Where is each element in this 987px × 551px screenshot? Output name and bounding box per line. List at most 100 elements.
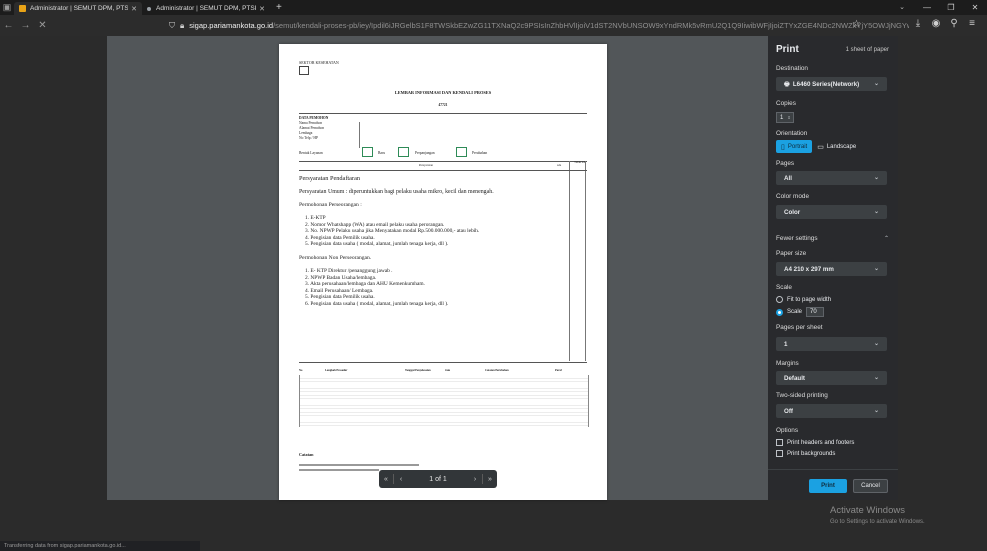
browser-tab-2[interactable]: Administrator | SEMUT DPM, PTSP ✕ — [142, 2, 270, 15]
list-non-perseorangan: 1. E- KTP Direktur /penanggung jawab . 2… — [305, 268, 448, 307]
two-sided-label: Two-sided printing — [776, 392, 828, 399]
watermark-line2: Go to Settings to activate Windows. — [830, 519, 925, 525]
option-baru: Baru — [378, 151, 385, 155]
list-item: 6. Pengisian data usaha ( modal, alamat,… — [305, 300, 449, 307]
chevron-down-icon: ⌄ — [873, 175, 879, 181]
divider — [299, 113, 587, 114]
custom-scale-option[interactable]: Scale 70 — [776, 307, 825, 317]
pages-label: Pages — [776, 160, 795, 167]
table-header-cell: No — [299, 369, 303, 372]
portrait-option[interactable]: ▯ Portrait — [776, 140, 813, 153]
option-perpanjangan: Perpanjangan — [415, 151, 435, 155]
paper-size-select[interactable]: A4 210 x 297 mm ⌄ — [776, 262, 887, 276]
document-title: LEMBAR INFORMASI DAN KENDALI PROSES — [394, 90, 492, 95]
checkbox-icon[interactable] — [776, 439, 783, 446]
paper-value: A4 210 x 297 mm — [784, 265, 834, 273]
checkbox-perpanjangan — [398, 147, 409, 157]
close-window-icon[interactable]: ✕ — [963, 0, 987, 15]
radio-selected-icon[interactable] — [776, 308, 783, 316]
paper-size-label: Paper size — [776, 250, 807, 257]
backgrounds-option[interactable]: Print backgrounds — [776, 450, 835, 457]
list-item: 5. Pengisian data usaha ( modal, alamat,… — [305, 241, 449, 247]
fewer-settings-toggle[interactable]: Fewer settings — [776, 235, 818, 242]
last-page-button[interactable]: » — [483, 476, 497, 483]
table-head: Persyaratan — [419, 163, 433, 167]
divider — [359, 122, 360, 148]
table-header-cell: Tanggal Penyelesaian — [405, 369, 431, 372]
two-sided-select[interactable]: Off ⌄ — [776, 404, 887, 418]
para-umum: Persyaratan Umum : diperuntukkan bagi pe… — [299, 189, 494, 195]
landscape-option[interactable]: ▭ Landscape — [812, 140, 861, 153]
tab-list-chevron-icon[interactable]: ⌄ — [899, 0, 905, 15]
pages-value: All — [784, 174, 792, 182]
radio-icon[interactable] — [776, 296, 783, 303]
document-logo: SEKTOR KESEHATAN — [299, 60, 339, 75]
divider — [299, 170, 587, 171]
url-field[interactable]: ⛉ 🔒︎ sigap.pariamankota.go.id /semut/ken… — [169, 21, 909, 31]
orientation-group: ▯ Portrait ▭ Landscape — [776, 140, 861, 153]
print-preview-page: SEKTOR KESEHATAN LEMBAR INFORMASI DAN KE… — [279, 44, 607, 500]
pps-value: 1 — [784, 340, 788, 348]
next-page-button[interactable]: › — [468, 476, 482, 483]
toolbar-icons: ⤓ ◉ ⚲ ≡ — [909, 18, 981, 29]
prev-page-button[interactable]: ‹ — [394, 476, 408, 483]
extensions-icon[interactable]: ⚲ — [945, 18, 963, 29]
chevron-down-icon: ⌄ — [873, 341, 879, 347]
destination-select[interactable]: 🖶 L6460 Series(Network) ⌄ — [776, 77, 887, 91]
chevron-down-icon: ⌄ — [873, 408, 879, 414]
print-settings-panel: Print 1 sheet of paper Destination 🖶 L64… — [768, 36, 898, 500]
chevron-down-icon: ⌄ — [873, 266, 879, 272]
destination-label: Destination — [776, 65, 808, 72]
print-button[interactable]: Print — [809, 479, 847, 493]
download-icon[interactable]: ⤓ — [909, 18, 927, 29]
headers-footers-label: Print headers and footers — [787, 439, 855, 446]
headers-footers-option[interactable]: Print headers and footers — [776, 439, 854, 446]
color-value: Color — [784, 208, 801, 216]
copies-input[interactable]: 1 ⇕ — [776, 112, 794, 123]
close-tab-icon[interactable]: ✕ — [259, 5, 265, 13]
chevron-up-icon[interactable]: ⌃ — [884, 235, 889, 242]
back-arrow-icon[interactable]: ← — [0, 20, 17, 31]
field-label: No Telp / HP — [299, 136, 318, 140]
pages-per-sheet-label: Pages per sheet — [776, 324, 823, 331]
portrait-label: Portrait — [787, 143, 808, 150]
table-header-cell: Catatan Perubahan — [485, 369, 509, 372]
menu-icon[interactable]: ≡ — [963, 18, 981, 29]
checkbox-baru — [362, 147, 373, 157]
copies-value: 1 — [780, 114, 784, 121]
fit-to-width-option[interactable]: Fit to page width — [776, 296, 831, 303]
new-tab-button[interactable]: + — [276, 2, 282, 13]
margins-value: Default — [784, 374, 805, 382]
cancel-button[interactable]: Cancel — [853, 479, 888, 493]
sector-label: SEKTOR KESEHATAN — [299, 60, 339, 65]
table-header-cell: Jam — [445, 369, 451, 372]
chevron-down-icon: ⌄ — [873, 209, 879, 215]
stepper-arrows-icon[interactable]: ⇕ — [787, 115, 790, 120]
loading-icon — [147, 6, 151, 11]
close-tab-icon[interactable]: ✕ — [131, 5, 137, 13]
profile-icon[interactable]: ◉ — [927, 18, 945, 29]
orientation-label: Orientation — [776, 130, 808, 137]
scale-input[interactable]: 70 — [806, 307, 825, 317]
favicon-icon — [19, 5, 26, 12]
forward-arrow-icon[interactable]: → — [17, 20, 34, 31]
tab-menu-icon[interactable]: ▣ — [0, 0, 14, 15]
activate-windows-watermark: Activate Windows Go to Settings to activ… — [830, 505, 925, 525]
pages-per-sheet-select[interactable]: 1 ⌄ — [776, 337, 887, 351]
stop-icon[interactable]: ✕ — [34, 20, 51, 31]
margins-select[interactable]: Default ⌄ — [776, 371, 887, 385]
list-item: 3. No. NPWP Pelaku usaha jika Menyatakan… — [305, 228, 480, 234]
preview-pager: « ‹ 1 of 1 › » — [379, 470, 497, 488]
pages-select[interactable]: All ⌄ — [776, 171, 887, 185]
minimize-icon[interactable]: — — [915, 0, 939, 15]
watermark-line1: Activate Windows — [830, 505, 905, 516]
para-non-perseorangan: Permohonan Non Perseorangan. — [299, 255, 372, 261]
checkbox-icon[interactable] — [776, 450, 783, 457]
maximize-icon[interactable]: ❐ — [939, 0, 963, 15]
first-page-button[interactable]: « — [379, 476, 393, 483]
browser-tab-1[interactable]: Administrator | SEMUT DPM, PTSP ✕ — [14, 2, 142, 15]
bookmark-star-icon[interactable]: ☆ — [852, 19, 861, 30]
color-mode-select[interactable]: Color ⌄ — [776, 205, 887, 219]
field-labels: Nama Pemohon Alamat Pemohon Lembaga No T… — [299, 121, 324, 141]
divider — [768, 469, 898, 470]
